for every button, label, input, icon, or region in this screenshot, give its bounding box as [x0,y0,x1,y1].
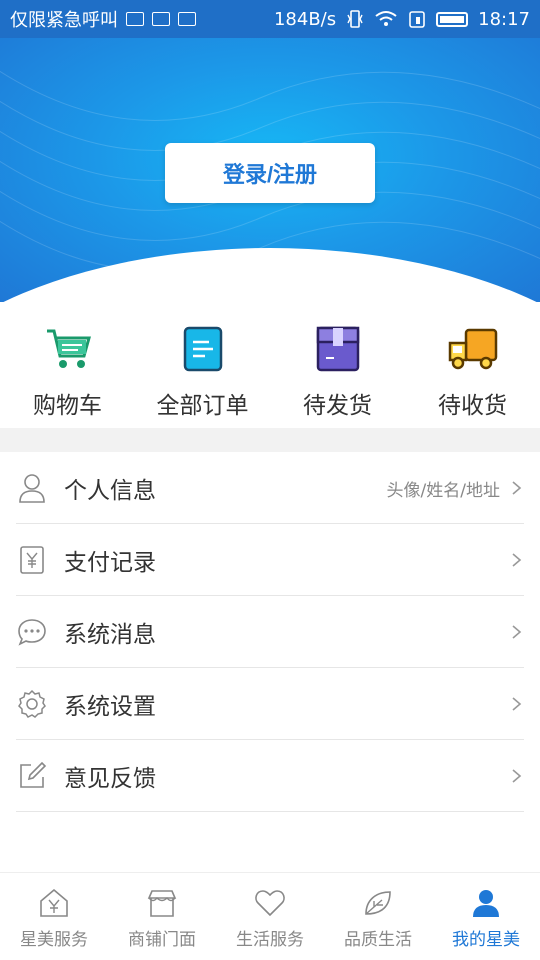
package-box-icon [313,324,363,374]
nav-label: 生活服务 [236,930,304,950]
shopping-cart-icon [43,324,93,374]
bottom-navigation: 星美服务 商铺门面 生活服务 品质生活 我的星美 [0,872,540,960]
chevron-right-icon [512,697,522,711]
nav-tab-storefront[interactable]: 商铺门面 [108,873,216,960]
keyboard-icon [178,12,196,26]
shortcut-label: 待发货 [303,393,372,419]
nav-label: 商铺门面 [128,930,196,950]
menu-item-system-messages[interactable]: 系统消息 [0,596,540,668]
shortcut-pending-receipt[interactable]: 待收货 [405,312,540,428]
menu-label: 支付记录 [64,550,156,576]
shortcut-label: 全部订单 [156,393,249,419]
receipt-yen-icon [16,544,48,576]
nav-label: 我的星美 [452,930,520,950]
nav-tab-quality-life[interactable]: 品质生活 [324,873,432,960]
nav-tab-xingmei-service[interactable]: 星美服务 [0,873,108,960]
wifi-icon [375,11,397,26]
menu-item-payment-records[interactable]: 支付记录 [0,524,540,596]
shortcut-label: 购物车 [33,393,102,419]
mail-icon [152,12,170,26]
heart-icon [254,887,286,919]
sim-card-icon [409,11,425,28]
chevron-right-icon [512,553,522,567]
menu-hint: 头像/姓名/地址 [386,480,500,501]
battery-icon [436,11,469,27]
leaf-icon [362,887,394,919]
home-yen-icon [38,887,70,919]
order-shortcuts: 购物车 全部订单 待发货 待收货 [0,312,540,428]
nav-label: 星美服务 [20,930,88,950]
shortcut-pending-shipment[interactable]: 待发货 [270,312,405,428]
nav-tab-my-xingmei[interactable]: 我的星美 [432,873,540,960]
settings-menu: 个人信息 头像/姓名/地址 支付记录 系统消息 系统设置 意见反馈 [0,452,540,812]
menu-label: 系统设置 [64,694,156,720]
shortcut-cart[interactable]: 购物车 [0,312,135,428]
menu-item-feedback[interactable]: 意见反馈 [0,740,540,812]
clock-time: 18:17 [478,8,530,30]
carrier-text: 仅限紧急呼叫 [10,10,118,31]
menu-label: 系统消息 [64,622,156,648]
order-list-icon [178,324,228,374]
shortcut-label: 待收货 [438,393,507,419]
vibrate-icon [347,10,363,28]
status-bar: 仅限紧急呼叫 184B/s 18:17 [0,0,540,38]
delivery-truck-icon [448,324,498,374]
menu-item-system-settings[interactable]: 系统设置 [0,668,540,740]
nav-tab-life-service[interactable]: 生活服务 [216,873,324,960]
profile-header: 登录/注册 [0,38,540,302]
menu-label: 个人信息 [64,478,156,504]
chevron-right-icon [512,769,522,783]
edit-icon [16,760,48,792]
gear-icon [16,688,48,720]
section-divider [0,428,540,452]
menu-item-personal-info[interactable]: 个人信息 头像/姓名/地址 [0,452,540,524]
profile-icon [470,887,502,919]
chevron-right-icon [512,481,522,495]
login-register-button[interactable]: 登录/注册 [165,143,375,203]
user-icon [16,472,48,504]
shortcut-all-orders[interactable]: 全部订单 [135,312,270,428]
menu-label: 意见反馈 [64,766,156,792]
network-speed: 184B/s [273,8,337,30]
shop-icon [146,887,178,919]
image-icon [126,12,144,26]
chat-bubble-icon [16,616,48,648]
nav-label: 品质生活 [344,930,412,950]
chevron-right-icon [512,625,522,639]
